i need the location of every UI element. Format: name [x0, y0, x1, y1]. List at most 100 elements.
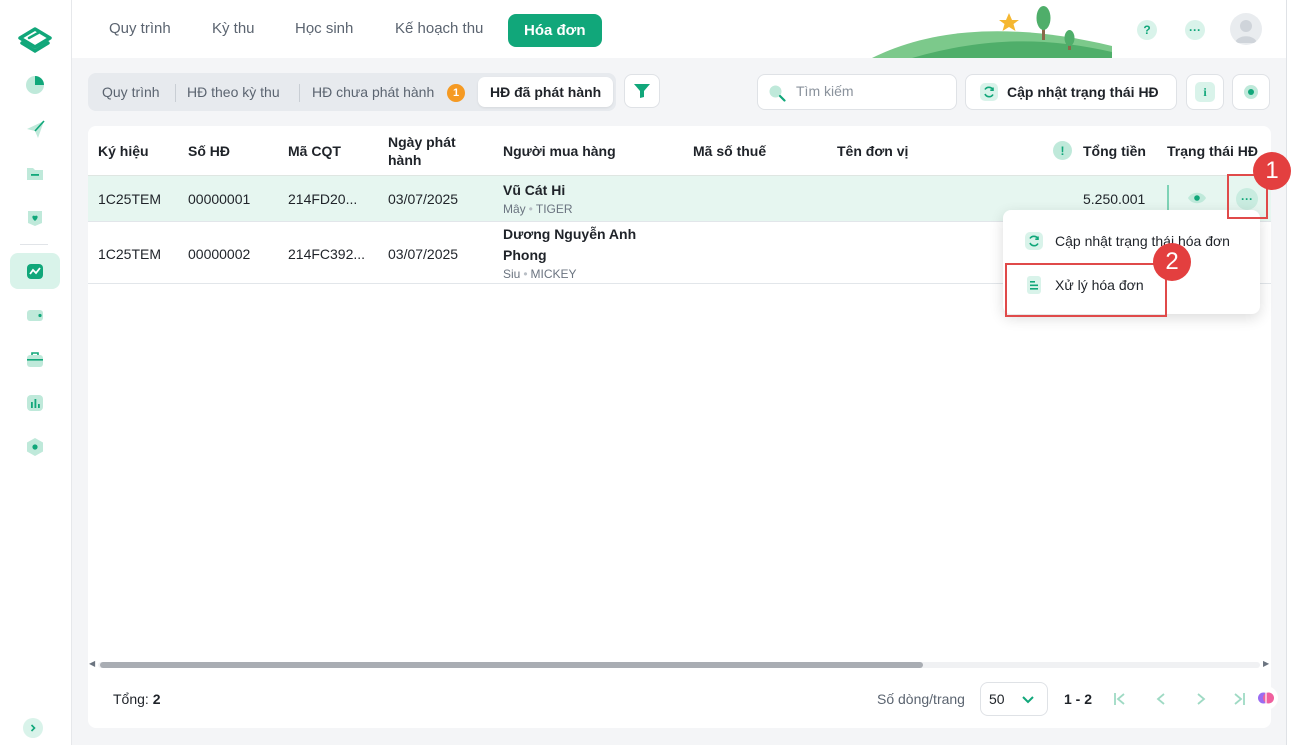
buyer-class: Siu [503, 267, 521, 281]
sidebar-item-settings[interactable] [10, 429, 60, 465]
subtab-invoices-by-period[interactable]: HĐ theo kỳ thu [187, 84, 280, 100]
rows-per-page-select[interactable]: 50 [980, 682, 1048, 716]
subtab-process[interactable]: Quy trình [102, 84, 160, 100]
tab-process[interactable]: Quy trình [109, 20, 171, 37]
column-settings-button[interactable] [1232, 74, 1270, 110]
buyer-group: TIGER [535, 202, 573, 216]
subtab-separator [299, 84, 300, 102]
sidebar-item-finance[interactable] [10, 253, 60, 289]
cell-buyer-name: Vũ Cát Hi [503, 182, 566, 198]
decorative-hills-illustration [872, 6, 1112, 58]
ai-assistant-button[interactable] [1254, 686, 1278, 710]
view-eye-icon[interactable] [1186, 188, 1208, 208]
scroll-left-arrow[interactable]: ◀ [89, 659, 95, 668]
cell-buyer-meta: Mây • TIGER [503, 202, 573, 216]
sidebar-item-send[interactable] [10, 111, 60, 147]
annotation-step-2: 2 [1153, 243, 1191, 281]
trend-chart-icon [27, 264, 43, 279]
sidebar-item-reports[interactable] [10, 385, 60, 421]
unissued-count-badge: 1 [447, 84, 465, 102]
heart-box-icon [28, 211, 42, 226]
sidebar [0, 0, 72, 745]
cell-issue-date: 03/07/2025 [388, 191, 459, 207]
column-header-tax-id[interactable]: Mã số thuế [693, 143, 766, 159]
subtab-separator [175, 84, 176, 102]
column-resize-handle[interactable] [1167, 185, 1169, 211]
subtab-issued-invoices[interactable]: HĐ đã phát hành [478, 77, 614, 107]
refresh-icon [1025, 232, 1043, 250]
total-warning-icon[interactable]: ! [1053, 141, 1072, 160]
window-edge [1286, 0, 1300, 745]
cell-invoice-no: 00000001 [188, 191, 251, 207]
cell-buyer-name-line1: Dương Nguyễn Anh [503, 226, 637, 242]
search-input[interactable] [796, 83, 946, 99]
sidebar-divider [20, 244, 48, 245]
cell-issue-date: 03/07/2025 [388, 246, 459, 262]
scroll-right-arrow[interactable]: ▶ [1263, 659, 1269, 668]
help-icon[interactable]: ? [1137, 20, 1157, 40]
sidebar-item-folder[interactable] [10, 155, 60, 191]
cell-cqt-code: 214FD20... [288, 191, 358, 207]
annotation-box-process-invoice [1005, 263, 1167, 317]
search-icon [769, 85, 786, 102]
user-avatar[interactable] [1230, 13, 1262, 45]
paper-plane-icon [27, 120, 45, 138]
app-logo-icon[interactable] [16, 24, 54, 56]
last-page-icon [1234, 693, 1245, 705]
horizontal-scrollbar[interactable]: ◀ ▶ [88, 658, 1271, 670]
scrollbar-thumb[interactable] [100, 662, 923, 668]
total-count: Tổng: 2 [113, 691, 161, 707]
rows-per-page-value: 50 [989, 691, 1005, 707]
menu-item-update-invoice-status[interactable]: Cập nhật trạng thái hóa đơn [1003, 219, 1260, 263]
settings-gear-icon [1244, 85, 1258, 99]
folder-icon [27, 168, 43, 180]
cell-buyer-meta: Siu • MICKEY [503, 267, 577, 281]
previous-page-button[interactable] [1151, 689, 1171, 709]
search-box [757, 74, 957, 110]
cell-symbol: 1C25TEM [98, 191, 162, 207]
briefcase-icon [27, 352, 43, 367]
settings-icon [27, 438, 43, 456]
update-invoice-status-button[interactable]: Cập nhật trạng thái HĐ [965, 74, 1177, 110]
pie-chart-icon [26, 76, 44, 94]
next-page-button[interactable] [1191, 689, 1211, 709]
info-button[interactable]: i [1186, 74, 1224, 110]
sidebar-item-briefcase[interactable] [10, 341, 60, 377]
rows-per-page-label: Số dòng/trang [877, 691, 965, 707]
invoice-subtabs: Quy trình HĐ theo kỳ thu HĐ chưa phát hà… [88, 73, 616, 111]
menu-item-label: Cập nhật trạng thái hóa đơn [1055, 233, 1230, 249]
filter-icon [634, 84, 650, 98]
chevron-down-icon [1022, 696, 1034, 704]
tab-collection-period[interactable]: Kỳ thu [212, 20, 255, 37]
column-header-unit-name[interactable]: Tên đơn vị [837, 143, 908, 159]
column-header-status[interactable]: Trạng thái HĐ [1167, 143, 1258, 159]
first-page-icon [1114, 693, 1125, 705]
column-header-issue-date-line2[interactable]: hành [388, 152, 421, 168]
total-value: 2 [152, 691, 161, 707]
tab-students[interactable]: Học sinh [295, 20, 353, 37]
more-options-icon[interactable]: ··· [1185, 20, 1205, 40]
column-header-issue-date-line1[interactable]: Ngày phát [388, 134, 456, 150]
cell-buyer-name-line2: Phong [503, 247, 547, 263]
last-page-button[interactable] [1229, 689, 1249, 709]
chevron-right-icon [30, 724, 36, 732]
buyer-class: Mây [503, 202, 526, 216]
column-header-cqt-code[interactable]: Mã CQT [288, 143, 341, 159]
tab-collection-plan[interactable]: Kế hoạch thu [395, 20, 483, 37]
subtab-unissued-invoices[interactable]: HĐ chưa phát hành [312, 84, 434, 100]
sidebar-expand-button[interactable] [23, 718, 43, 738]
column-header-symbol[interactable]: Ký hiệu [98, 143, 149, 159]
sidebar-item-dashboard[interactable] [10, 67, 60, 103]
annotation-step-1: 1 [1253, 152, 1291, 190]
filter-button[interactable] [624, 74, 660, 108]
column-header-buyer[interactable]: Người mua hàng [503, 143, 616, 159]
sidebar-item-favorites[interactable] [10, 199, 60, 235]
sidebar-item-wallet[interactable] [10, 297, 60, 333]
column-header-invoice-no[interactable]: Số HĐ [188, 143, 230, 159]
tab-invoices[interactable]: Hóa đơn [508, 14, 602, 47]
first-page-button[interactable] [1110, 689, 1130, 709]
separator-dot: • [528, 202, 533, 216]
column-header-total[interactable]: Tổng tiền [1083, 143, 1146, 159]
brain-icon [1258, 692, 1274, 704]
refresh-icon [980, 83, 998, 101]
